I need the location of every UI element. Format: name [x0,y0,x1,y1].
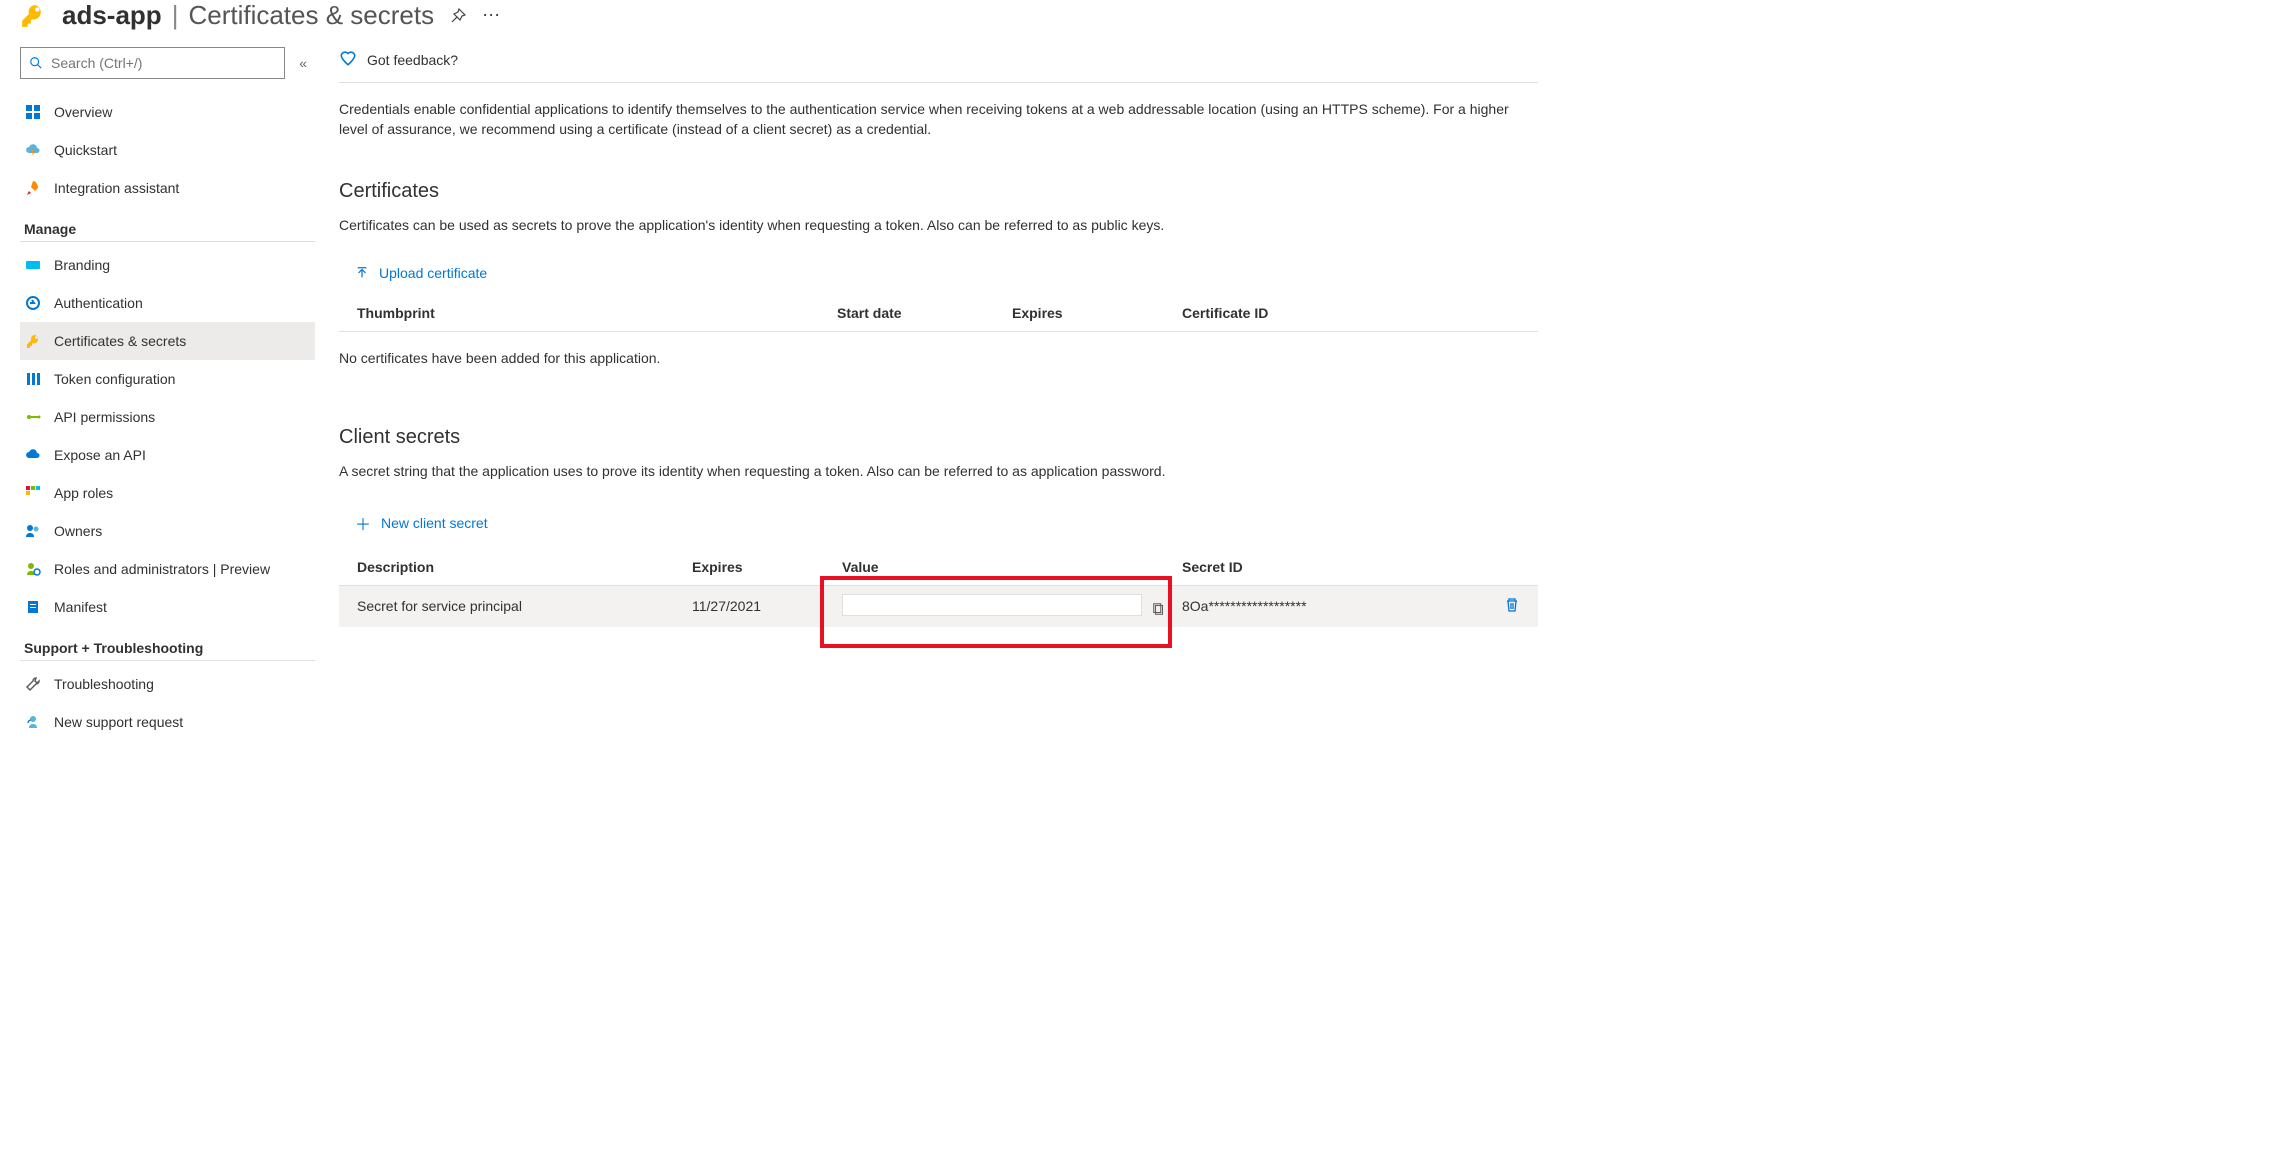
upload-icon [355,266,369,280]
cloud-bolt-icon [24,141,42,159]
api-perm-icon [24,408,42,426]
auth-icon [24,294,42,312]
delete-secret-button[interactable] [1504,597,1520,616]
key-icon [24,332,42,350]
col-description: Description [357,559,692,575]
support-icon [24,713,42,731]
sidebar-item-label: Authentication [54,295,143,311]
secret-row: Secret for service principal 11/27/2021 … [339,586,1538,627]
sidebar-item-quickstart[interactable]: Quickstart [20,131,315,169]
upload-label: Upload certificate [379,265,487,281]
col-secret-id: Secret ID [1182,559,1538,575]
upload-certificate-button[interactable]: Upload certificate [339,255,503,291]
certificates-table-header: Thumbprint Start date Expires Certificat… [339,297,1538,332]
sidebar-item-owners[interactable]: Owners [20,512,315,550]
secret-description: Secret for service principal [357,598,692,614]
sidebar-item-branding[interactable]: Branding [20,246,315,284]
col-start-date: Start date [837,305,1012,321]
main-content: Got feedback? Credentials enable confide… [315,41,1560,741]
secret-value[interactable] [842,594,1142,616]
sidebar-item-label: Quickstart [54,142,117,158]
nav-group-support: Support + Troubleshooting [24,640,315,656]
col-cert-id: Certificate ID [1182,305,1538,321]
sidebar-item-label: Troubleshooting [54,676,154,692]
sidebar-item-label: Certificates & secrets [54,333,186,349]
sidebar-item-label: Overview [54,104,112,120]
secret-expires: 11/27/2021 [692,598,842,614]
secret-value-cell [842,594,1182,619]
title-separator: | [172,0,179,31]
certificates-desc: Certificates can be used as secrets to p… [339,217,1538,233]
sidebar-item-overview[interactable]: Overview [20,93,315,131]
secrets-table-header: Description Expires Value Secret ID [339,551,1538,586]
expose-icon [24,446,42,464]
collapse-sidebar-button[interactable]: « [299,55,315,71]
sidebar-item-app-roles[interactable]: App roles [20,474,315,512]
col-value: Value [842,559,1182,575]
overview-icon [24,103,42,121]
sidebar-item-label: App roles [54,485,113,501]
pin-button[interactable] [450,8,466,24]
sidebar-item-integration[interactable]: Integration assistant [20,169,315,207]
nav-group-manage: Manage [24,221,315,237]
heart-icon [339,49,357,70]
feedback-label: Got feedback? [367,52,458,68]
plus-icon: ＋ [355,511,371,535]
sidebar-item-label: New support request [54,714,183,730]
divider [20,660,315,661]
sidebar-item-label: Token configuration [54,371,175,387]
page-title: Certificates & secrets [188,0,434,31]
col-thumbprint: Thumbprint [357,305,837,321]
roles-icon [24,484,42,502]
col-expires: Expires [692,559,842,575]
branding-icon [24,256,42,274]
search-icon [29,56,43,70]
owners-icon [24,522,42,540]
sidebar-item-label: API permissions [54,409,155,425]
sidebar-item-label: Manifest [54,599,107,615]
rocket-icon [24,179,42,197]
certificates-title: Certificates [339,180,1538,203]
admin-icon [24,560,42,578]
sidebar-item-manifest[interactable]: Manifest [20,588,315,626]
divider [20,241,315,242]
manifest-icon [24,598,42,616]
sidebar-item-label: Owners [54,523,102,539]
new-client-secret-button[interactable]: ＋ New client secret [339,501,504,545]
intro-text: Credentials enable confidential applicat… [339,99,1519,140]
col-expires: Expires [1012,305,1182,321]
new-secret-label: New client secret [381,515,488,531]
secrets-desc: A secret string that the application use… [339,463,1538,479]
sidebar-item-authentication[interactable]: Authentication [20,284,315,322]
sidebar-item-api-permissions[interactable]: API permissions [20,398,315,436]
search-input[interactable] [51,55,276,71]
copy-value-button[interactable] [1152,602,1166,616]
secrets-title: Client secrets [339,426,1538,449]
certificates-empty: No certificates have been added for this… [339,350,1538,366]
sidebar-item-label: Branding [54,257,110,273]
sidebar-item-expose-api[interactable]: Expose an API [20,436,315,474]
more-button[interactable]: ⋯ [482,5,501,26]
sidebar: « Overview Quickstart Integration assist… [0,41,315,741]
search-box[interactable] [20,47,285,79]
page-header: ads-app | Certificates & secrets ⋯ [0,0,1560,41]
sidebar-item-roles-admins[interactable]: Roles and administrators | Preview [20,550,315,588]
wrench-icon [24,675,42,693]
sidebar-item-label: Expose an API [54,447,146,463]
key-icon [20,3,46,29]
sidebar-item-certificates[interactable]: Certificates & secrets [20,322,315,360]
feedback-link[interactable]: Got feedback? [339,49,1538,83]
app-name: ads-app [62,0,162,31]
sidebar-item-new-support[interactable]: New support request [20,703,315,741]
sidebar-item-label: Roles and administrators | Preview [54,561,270,577]
sidebar-item-token-config[interactable]: Token configuration [20,360,315,398]
sidebar-item-label: Integration assistant [54,180,179,196]
token-icon [24,370,42,388]
sidebar-item-troubleshooting[interactable]: Troubleshooting [20,665,315,703]
secret-id: 8Oa****************** [1182,598,1538,614]
